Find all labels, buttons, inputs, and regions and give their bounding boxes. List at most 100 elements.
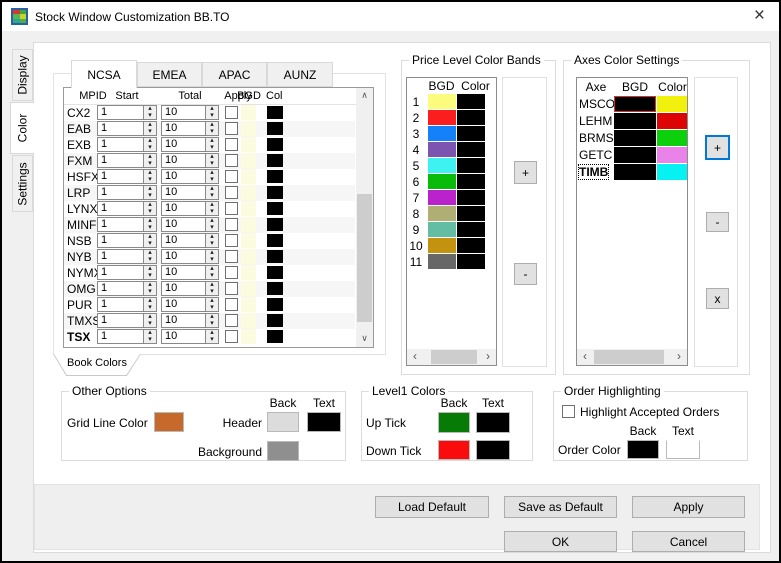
start-value[interactable]: 1 <box>98 202 143 215</box>
start-spinner[interactable]: 1 ▴▾ <box>97 169 157 184</box>
bgd-swatch[interactable] <box>241 281 256 296</box>
start-value[interactable]: 1 <box>98 250 143 263</box>
total-value[interactable]: 10 <box>162 202 205 215</box>
band-color-swatch[interactable] <box>457 158 485 173</box>
color-swatch[interactable] <box>267 122 283 135</box>
apply-button[interactable]: Apply <box>632 496 745 518</box>
spin-down-icon[interactable]: ▾ <box>144 161 156 168</box>
axe-color-swatch[interactable] <box>657 147 688 163</box>
color-swatch[interactable] <box>267 202 283 215</box>
bgd-swatch[interactable] <box>241 249 256 264</box>
spin-down-icon[interactable]: ▾ <box>144 273 156 280</box>
axe-bgd-swatch[interactable] <box>614 130 656 146</box>
total-value[interactable]: 10 <box>162 170 205 183</box>
spin-down-icon[interactable]: ▾ <box>144 241 156 248</box>
color-swatch[interactable] <box>267 282 283 295</box>
bgd-swatch[interactable] <box>241 153 256 168</box>
spin-down-icon[interactable]: ▾ <box>206 321 218 328</box>
tab-color[interactable]: Color <box>10 102 34 154</box>
spin-down-icon[interactable]: ▾ <box>144 321 156 328</box>
down-tick-back-swatch[interactable] <box>438 440 470 460</box>
book-colors-bottom-tab[interactable]: Book Colors <box>53 354 141 376</box>
tab-apac[interactable]: APAC <box>202 62 267 87</box>
scroll-left-icon[interactable]: ‹ <box>407 349 423 365</box>
axe-color-swatch[interactable] <box>657 130 688 146</box>
up-tick-back-swatch[interactable] <box>438 412 470 433</box>
apply-checkbox[interactable] <box>225 218 238 231</box>
bgd-swatch[interactable] <box>241 313 256 328</box>
axe-color-swatch[interactable] <box>657 96 688 112</box>
total-spinner[interactable]: 10 ▴▾ <box>161 121 219 136</box>
load-default-button[interactable]: Load Default <box>375 496 489 518</box>
apply-checkbox[interactable] <box>225 298 238 311</box>
remove-band-button[interactable]: - <box>514 263 537 285</box>
apply-checkbox[interactable] <box>225 122 238 135</box>
header-text-swatch[interactable] <box>307 412 341 432</box>
total-value[interactable]: 10 <box>162 106 205 119</box>
bgd-swatch[interactable] <box>241 217 256 232</box>
spin-down-icon[interactable]: ▾ <box>206 129 218 136</box>
save-as-default-button[interactable]: Save as Default <box>504 496 617 518</box>
add-axe-button[interactable]: + <box>705 135 730 160</box>
start-spinner[interactable]: 1 ▴▾ <box>97 185 157 200</box>
total-spinner[interactable]: 10 ▴▾ <box>161 153 219 168</box>
band-bgd-swatch[interactable] <box>428 174 456 189</box>
scrollbar-thumb[interactable] <box>357 194 372 322</box>
spin-down-icon[interactable]: ▾ <box>144 337 156 344</box>
spin-down-icon[interactable]: ▾ <box>144 129 156 136</box>
start-spinner[interactable]: 1 ▴▾ <box>97 217 157 232</box>
cancel-button[interactable]: Cancel <box>632 531 745 552</box>
spin-down-icon[interactable]: ▾ <box>206 225 218 232</box>
apply-checkbox[interactable] <box>225 154 238 167</box>
spin-down-icon[interactable]: ▾ <box>206 305 218 312</box>
table-vertical-scrollbar[interactable]: ∧ ∨ <box>356 88 373 347</box>
start-spinner[interactable]: 1 ▴▾ <box>97 265 157 280</box>
total-value[interactable]: 10 <box>162 250 205 263</box>
start-value[interactable]: 1 <box>98 186 143 199</box>
color-swatch[interactable] <box>267 138 283 151</box>
spin-down-icon[interactable]: ▾ <box>144 193 156 200</box>
total-spinner[interactable]: 10 ▴▾ <box>161 137 219 152</box>
total-spinner[interactable]: 10 ▴▾ <box>161 169 219 184</box>
background-color-swatch[interactable] <box>267 441 299 461</box>
total-value[interactable]: 10 <box>162 186 205 199</box>
total-spinner[interactable]: 10 ▴▾ <box>161 201 219 216</box>
total-spinner[interactable]: 10 ▴▾ <box>161 217 219 232</box>
total-spinner[interactable]: 10 ▴▾ <box>161 329 219 344</box>
color-swatch[interactable] <box>267 266 283 279</box>
start-spinner[interactable]: 1 ▴▾ <box>97 249 157 264</box>
start-value[interactable]: 1 <box>98 122 143 135</box>
axe-bgd-swatch[interactable] <box>614 113 656 129</box>
color-swatch[interactable] <box>267 186 283 199</box>
total-value[interactable]: 10 <box>162 218 205 231</box>
band-color-swatch[interactable] <box>457 206 485 221</box>
apply-checkbox[interactable] <box>225 250 238 263</box>
band-color-swatch[interactable] <box>457 142 485 157</box>
apply-checkbox[interactable] <box>225 186 238 199</box>
bgd-swatch[interactable] <box>241 169 256 184</box>
total-value[interactable]: 10 <box>162 138 205 151</box>
remove-axe-button[interactable]: - <box>706 212 729 232</box>
bgd-swatch[interactable] <box>241 105 256 120</box>
delete-axe-button[interactable]: x <box>706 288 729 309</box>
ok-button[interactable]: OK <box>504 531 617 552</box>
band-bgd-swatch[interactable] <box>428 94 456 109</box>
start-spinner[interactable]: 1 ▴▾ <box>97 153 157 168</box>
total-spinner[interactable]: 10 ▴▾ <box>161 233 219 248</box>
apply-checkbox[interactable] <box>225 170 238 183</box>
tab-emea[interactable]: EMEA <box>137 62 202 87</box>
total-spinner[interactable]: 10 ▴▾ <box>161 265 219 280</box>
color-swatch[interactable] <box>267 298 283 311</box>
total-spinner[interactable]: 10 ▴▾ <box>161 297 219 312</box>
band-bgd-swatch[interactable] <box>428 142 456 157</box>
start-spinner[interactable]: 1 ▴▾ <box>97 233 157 248</box>
spin-down-icon[interactable]: ▾ <box>206 161 218 168</box>
spin-down-icon[interactable]: ▾ <box>206 273 218 280</box>
start-value[interactable]: 1 <box>98 170 143 183</box>
grid-line-color-swatch[interactable] <box>154 412 184 432</box>
band-bgd-swatch[interactable] <box>428 190 456 205</box>
spin-down-icon[interactable]: ▾ <box>206 241 218 248</box>
start-spinner[interactable]: 1 ▴▾ <box>97 105 157 120</box>
scroll-left-icon[interactable]: ‹ <box>577 349 593 365</box>
total-value[interactable]: 10 <box>162 282 205 295</box>
